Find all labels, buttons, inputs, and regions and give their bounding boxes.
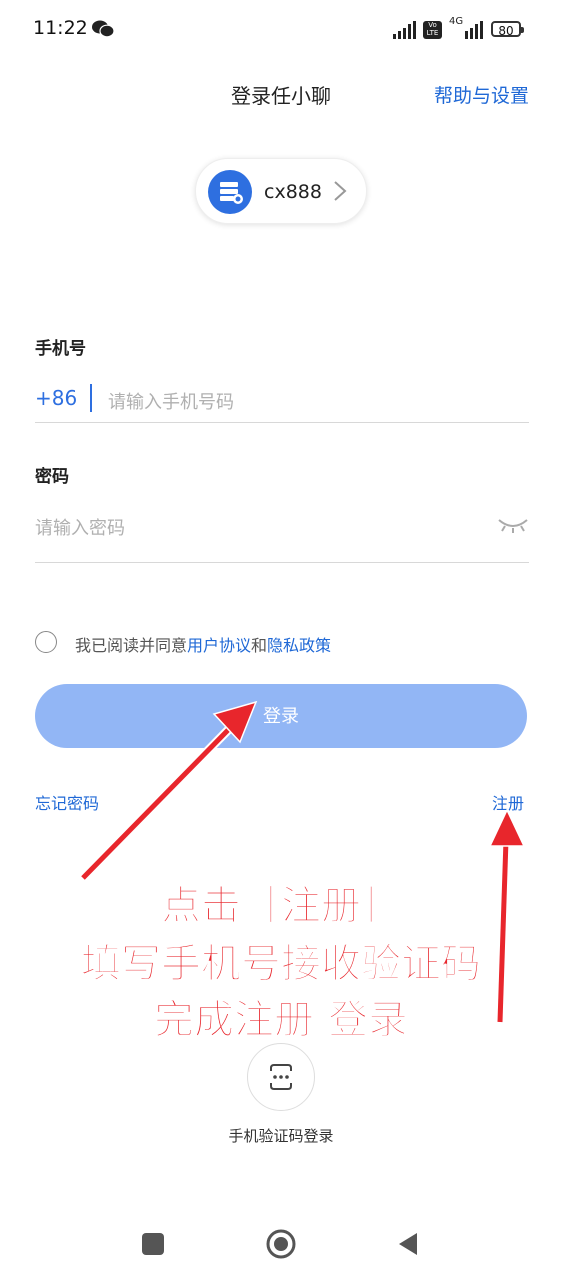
annotation-line-1: 点击［注册］ <box>161 883 402 930</box>
annotation-line-2: 填写手机号接收验证码 <box>81 941 482 988</box>
home-button[interactable] <box>265 1228 297 1260</box>
sms-code-icon <box>270 1064 292 1090</box>
sms-login-button[interactable] <box>247 1043 315 1111</box>
sms-login-label: 手机验证码登录 <box>228 1127 334 1145</box>
annotation-line-3: 完成注册 登录 <box>154 997 409 1044</box>
back-button[interactable] <box>397 1231 419 1257</box>
recent-apps-button[interactable] <box>142 1233 164 1255</box>
